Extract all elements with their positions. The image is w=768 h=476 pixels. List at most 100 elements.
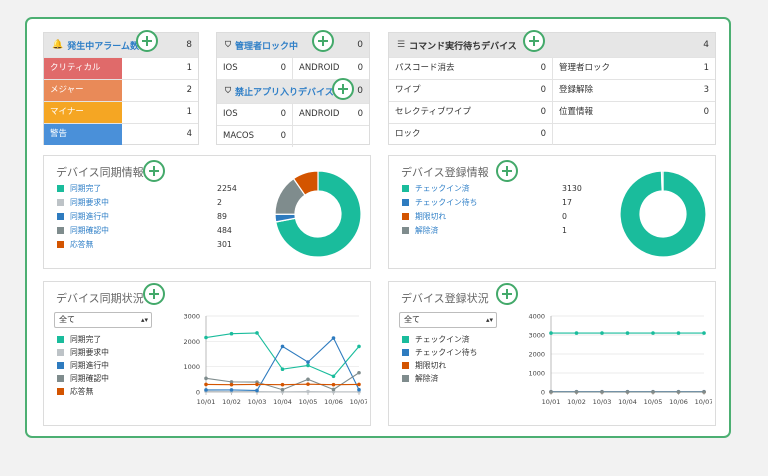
admin-lock-item-label: ANDROID (299, 63, 340, 73)
data-point[interactable] (229, 388, 234, 392)
data-point[interactable] (357, 382, 361, 387)
legend-item[interactable]: 同期確認中 484 (57, 224, 237, 238)
data-point[interactable] (574, 390, 579, 394)
legend-item[interactable]: 同期確認中 (57, 372, 167, 385)
pending-item[interactable]: 登録解除 3 (553, 80, 715, 101)
data-point[interactable] (331, 387, 336, 392)
admin-lock-header[interactable]: ⛉ 管理者ロック中 0 (217, 33, 369, 57)
pending-item[interactable]: 位置情報 0 (553, 102, 715, 123)
legend-item[interactable]: チェックイン待ち 17 (402, 196, 582, 210)
admin-lock-item[interactable]: ANDROID 0 (293, 58, 369, 79)
data-point[interactable] (549, 390, 553, 394)
data-point[interactable] (255, 331, 259, 335)
data-point[interactable] (306, 360, 310, 364)
data-point[interactable] (255, 382, 259, 387)
data-point[interactable] (280, 344, 285, 349)
legend-item[interactable]: 期限切れ 0 (402, 210, 582, 224)
alarm-row[interactable]: メジャー 2 (44, 79, 198, 101)
data-point[interactable] (280, 382, 285, 387)
data-point[interactable] (255, 388, 259, 393)
banned-app-item[interactable]: IOS 0 (217, 104, 293, 125)
data-point[interactable] (306, 389, 310, 394)
data-point[interactable] (331, 336, 336, 340)
legend-item[interactable]: 応答無 (57, 385, 167, 398)
legend-item[interactable]: チェックイン済 3130 (402, 182, 582, 196)
legend-item[interactable]: 同期進行中 (57, 359, 167, 372)
legend-item[interactable]: 同期完了 (57, 333, 167, 346)
add-widget-button[interactable] (136, 30, 158, 52)
legend-label: 同期確認中 (70, 226, 109, 235)
admin-lock-count: 0 (357, 40, 363, 50)
x-tick-label: 10/07 (350, 398, 367, 406)
legend-item[interactable]: チェックイン待ち (402, 346, 512, 359)
add-widget-button[interactable] (496, 283, 518, 305)
data-point[interactable] (625, 331, 630, 335)
reg-filter-select[interactable]: 全て ▴▾ (399, 312, 497, 328)
legend-item[interactable]: 同期要求中 2 (57, 196, 237, 210)
alarm-header[interactable]: 🔔 発生中アラーム数 8 (44, 33, 198, 57)
pending-item[interactable] (553, 124, 715, 145)
legend-item[interactable]: 期限切れ (402, 359, 512, 372)
legend-item[interactable]: 応答無 301 (57, 238, 237, 252)
legend-value: 1 (562, 226, 567, 235)
alarm-count-value: 1 (186, 107, 192, 117)
legend-item[interactable]: 同期完了 2254 (57, 182, 237, 196)
data-point[interactable] (306, 377, 310, 382)
add-widget-button[interactable] (332, 78, 354, 100)
add-widget-button[interactable] (496, 160, 518, 182)
banned-app-item[interactable] (293, 126, 369, 147)
data-point[interactable] (600, 390, 604, 394)
data-point[interactable] (204, 376, 208, 381)
data-point[interactable] (549, 331, 553, 335)
data-point[interactable] (357, 387, 361, 392)
data-point[interactable] (676, 390, 681, 394)
data-point[interactable] (357, 344, 361, 349)
data-point[interactable] (204, 335, 208, 340)
data-point[interactable] (702, 331, 706, 335)
pending-item[interactable]: 管理者ロック 1 (553, 58, 715, 79)
data-point[interactable] (625, 390, 630, 394)
admin-lock-item[interactable]: IOS 0 (217, 58, 293, 79)
banned-app-item-label: ANDROID (299, 109, 340, 119)
data-point[interactable] (280, 367, 285, 371)
data-point[interactable] (331, 382, 336, 387)
legend-item[interactable]: 解除済 1 (402, 224, 582, 238)
data-point[interactable] (204, 388, 208, 392)
data-point[interactable] (229, 331, 234, 336)
pending-item-label: 登録解除 (559, 85, 594, 95)
data-point[interactable] (600, 331, 604, 335)
data-point[interactable] (651, 331, 655, 335)
pending-header[interactable]: ☰ コマンド実行待ちデバイス 4 (389, 33, 715, 57)
legend-item[interactable]: 同期要求中 (57, 346, 167, 359)
pending-item[interactable]: ロック 0 (389, 124, 553, 145)
data-point[interactable] (306, 382, 310, 386)
data-point[interactable] (280, 387, 285, 392)
data-point[interactable] (331, 374, 336, 379)
alarm-severity-count: 1 (122, 102, 198, 123)
add-widget-button[interactable] (143, 160, 165, 182)
legend-item[interactable]: 同期進行中 89 (57, 210, 237, 224)
legend-item[interactable]: チェックイン済 (402, 333, 512, 346)
sync-filter-select[interactable]: 全て ▴▾ (54, 312, 152, 328)
shield-icon: ⛉ (225, 40, 231, 49)
add-widget-button[interactable] (143, 283, 165, 305)
data-point[interactable] (574, 331, 579, 335)
banned-app-item[interactable]: ANDROID 0 (293, 104, 369, 125)
data-point[interactable] (651, 390, 655, 394)
data-point[interactable] (702, 390, 706, 394)
legend-item[interactable]: 解除済 (402, 372, 512, 385)
pending-item[interactable]: セレクティブワイプ 0 (389, 102, 553, 123)
add-widget-button[interactable] (312, 30, 334, 52)
data-point[interactable] (306, 363, 310, 368)
banned-app-item[interactable]: MACOS 0 (217, 126, 293, 147)
data-point[interactable] (676, 331, 681, 335)
add-widget-button[interactable] (523, 30, 545, 52)
alarm-row[interactable]: マイナー 1 (44, 101, 198, 123)
pending-item[interactable]: パスコード消去 0 (389, 58, 553, 79)
data-point[interactable] (357, 370, 361, 375)
pending-item[interactable]: ワイプ 0 (389, 80, 553, 101)
data-point[interactable] (204, 382, 208, 387)
alarm-row[interactable]: クリティカル 1 (44, 57, 198, 79)
data-point[interactable] (229, 382, 234, 387)
alarm-row[interactable]: 警告 4 (44, 123, 198, 145)
